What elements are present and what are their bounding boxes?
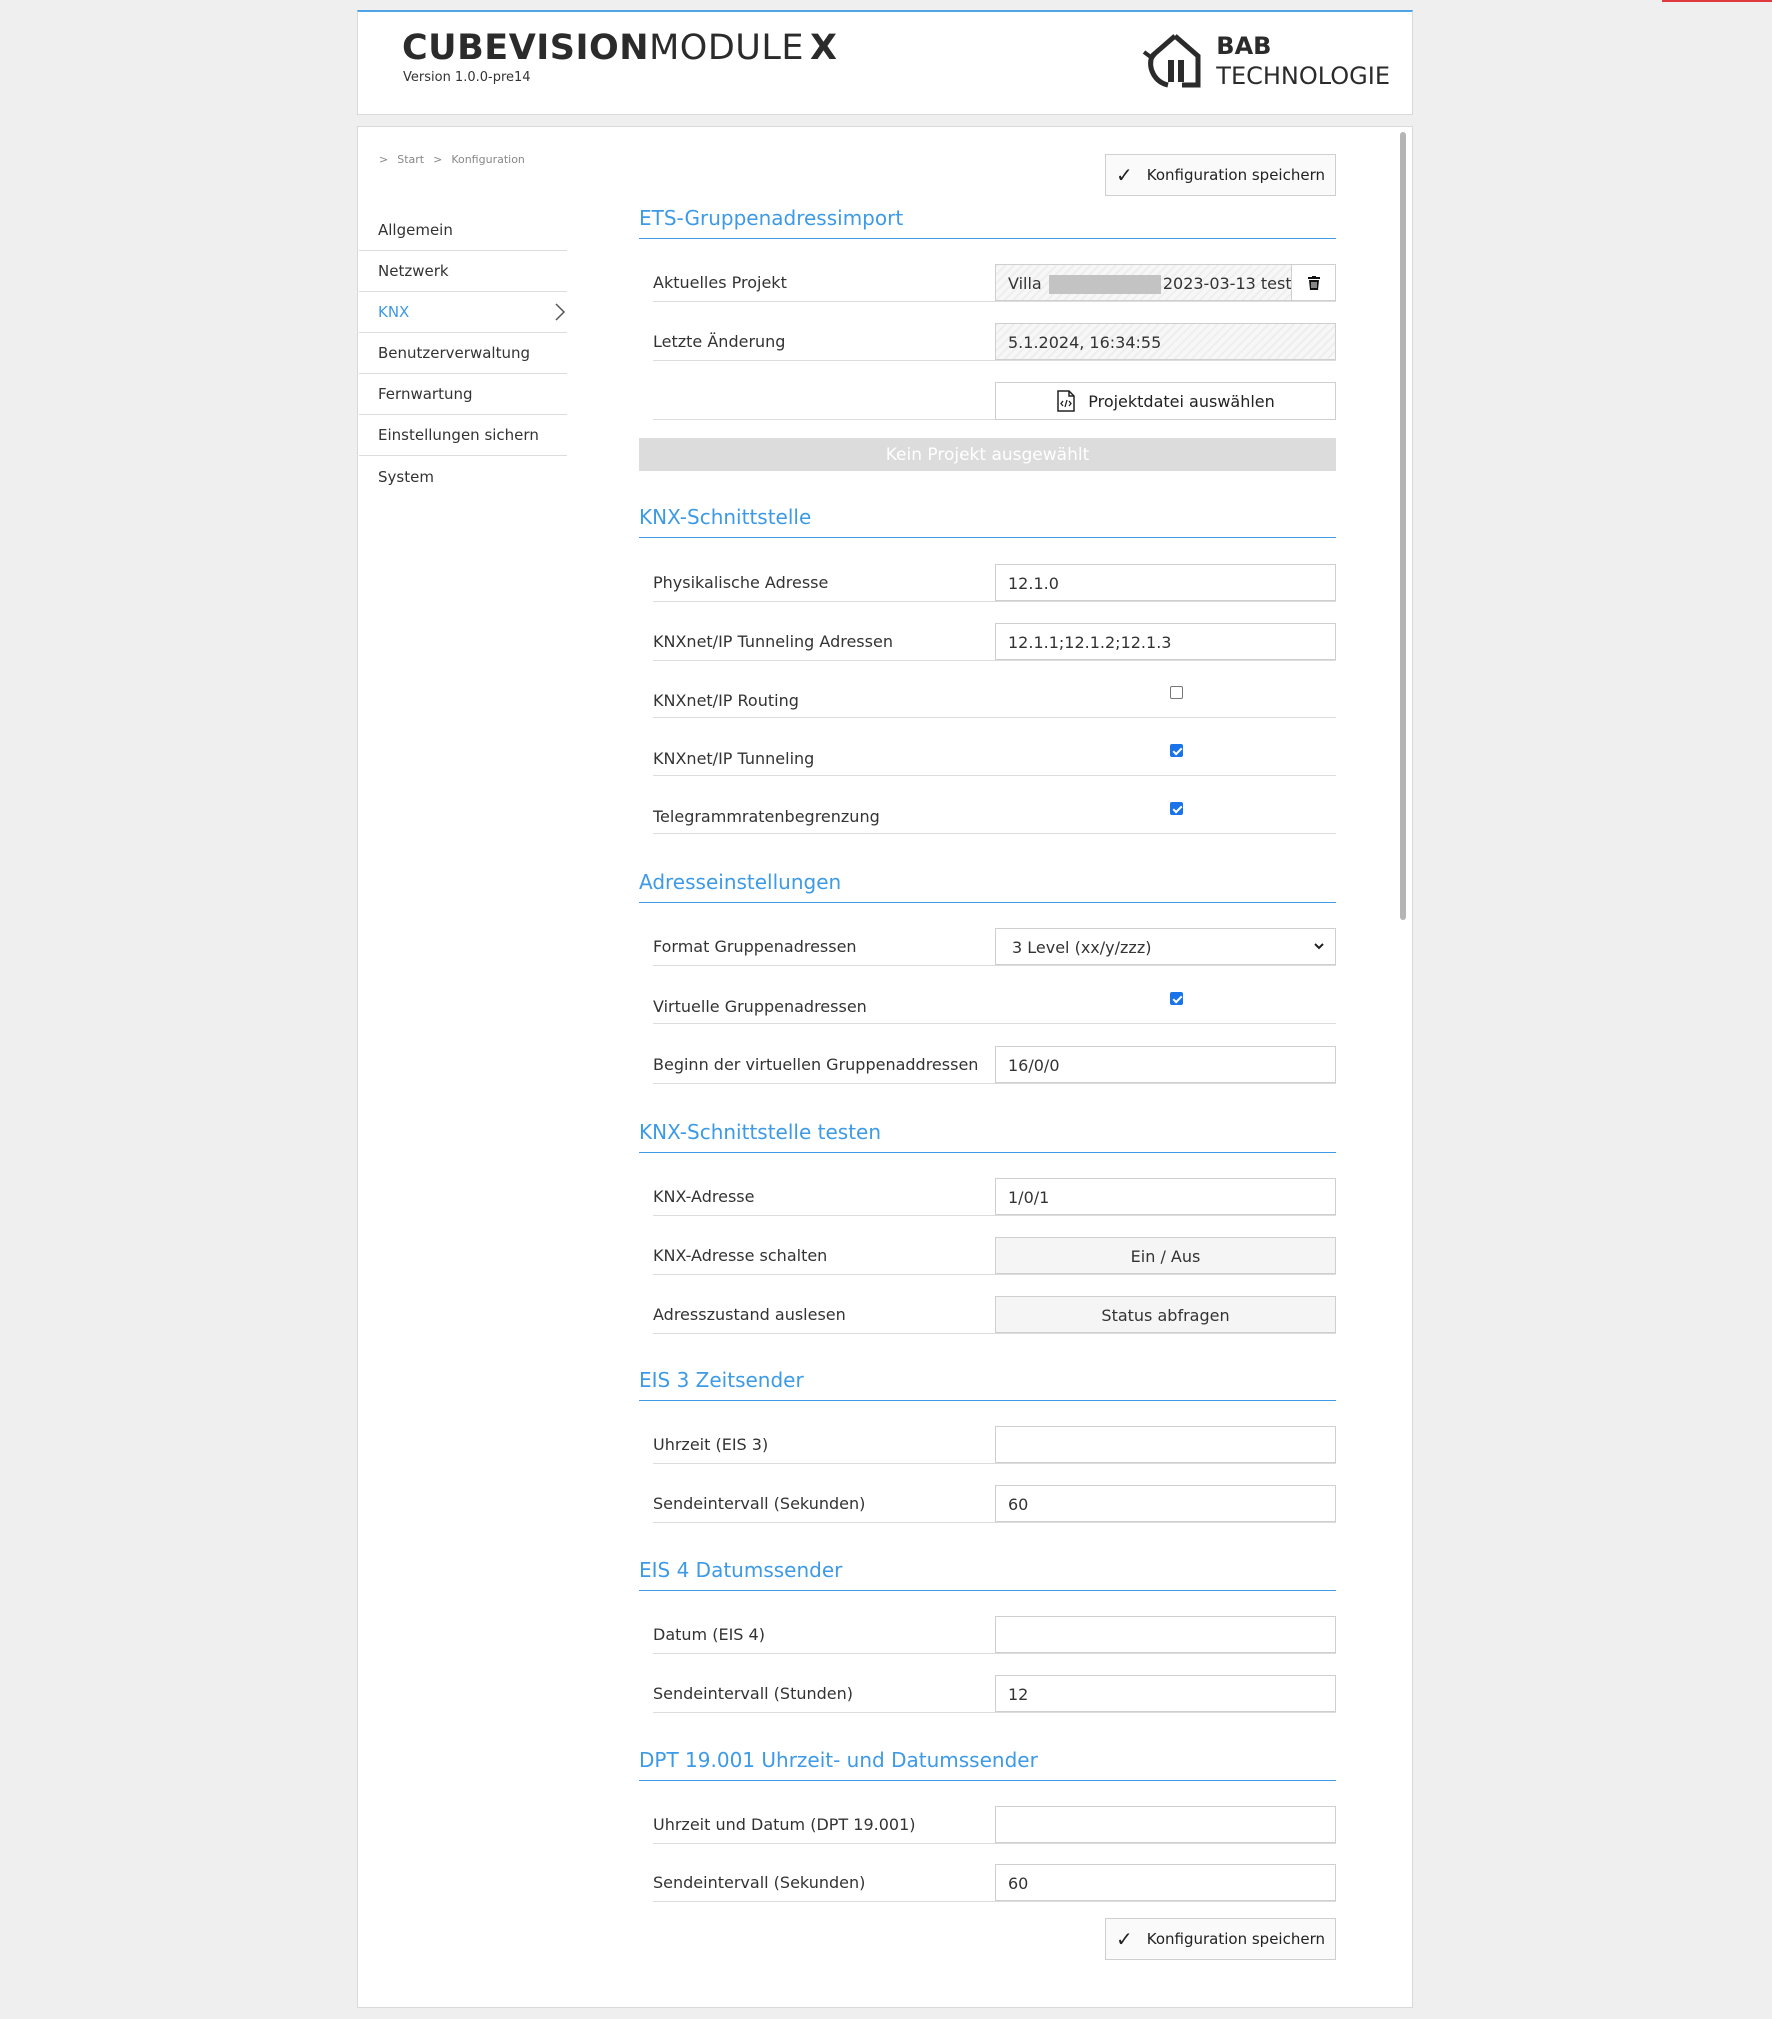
row-dpt-datetime: Uhrzeit und Datum (DPT 19.001) [653,1806,1336,1844]
row-switch-address: KNX-Adresse schalten Ein / Aus [653,1237,1336,1275]
sidebar-item-netzwerk[interactable]: Netzwerk [359,251,567,292]
sidebar-item-allgemein[interactable]: Allgemein [359,210,567,251]
sidebar-item-label: KNX [378,303,410,321]
eis3-time-input[interactable] [995,1426,1336,1463]
sidebar-item-fernwartung[interactable]: Fernwartung [359,374,567,415]
tunneling-addresses-input[interactable]: 12.1.1;12.1.2;12.1.3 [995,623,1336,660]
row-routing: KNXnet/IP Routing [653,680,1336,718]
group-address-format-select[interactable]: 3 Level (xx/y/zzz) [995,928,1336,965]
routing-checkbox[interactable] [1170,686,1183,699]
check-icon: ✓ [1115,1927,1133,1951]
bab-house-refresh-icon [1143,34,1201,88]
section-title-test: KNX-Schnittstelle testen [639,1120,1336,1153]
select-project-file-button[interactable]: Projektdatei auswählen [995,382,1336,420]
delete-project-button[interactable] [1291,265,1335,300]
chevron-right-icon [555,303,566,321]
virtual-group-addresses-checkbox[interactable] [1170,992,1183,1005]
current-project-field: Villa 2023-03-13 test [995,264,1336,301]
row-virtual-start: Beginn der virtuellen Gruppenaddressen 1… [653,1046,1336,1084]
row-eis3-time: Uhrzeit (EIS 3) [653,1426,1336,1464]
sidebar-item-knx[interactable]: KNX [359,292,567,333]
import-project-button[interactable]: Kein Projekt ausgewählt [639,438,1336,471]
section-title-dpt: DPT 19.001 Uhrzeit- und Datumssender [639,1748,1336,1781]
section-title-ets: ETS-Gruppenadressimport [639,206,1336,239]
row-tunneling-addresses: KNXnet/IP Tunneling Adressen 12.1.1;12.1… [653,623,1336,661]
logo-text-technologie: TECHNOLOGIE [1216,62,1390,90]
brand-title: CUBEVISIONMODULE X [402,28,838,68]
row-knx-address: KNX-Adresse 1/0/1 [653,1178,1336,1216]
section-title-eis4: EIS 4 Datumssender [639,1558,1336,1591]
window-edge-accent [1662,0,1772,2]
eis3-interval-input[interactable]: 60 [995,1485,1336,1522]
section-title-knx-interface: KNX-Schnittstelle [639,505,1336,538]
knx-address-input[interactable]: 1/0/1 [995,1178,1336,1215]
save-config-button-bottom[interactable]: ✓ Konfiguration speichern [1105,1918,1336,1960]
save-config-button-top[interactable]: ✓ Konfiguration speichern [1105,154,1336,196]
breadcrumb: > Start > Konfiguration [379,153,525,166]
row-dpt-interval: Sendeintervall (Sekunden) 60 [653,1864,1336,1902]
version-label: Version 1.0.0-pre14 [403,70,531,85]
sidebar-item-system[interactable]: System [359,456,567,497]
row-read-status: Adresszustand auslesen Status abfragen [653,1296,1336,1334]
logo-text-bab: BAB [1216,32,1272,60]
scrollbar[interactable] [1400,132,1406,920]
tunneling-checkbox[interactable] [1170,744,1183,757]
row-physical-address: Physikalische Adresse 12.1.0 [653,564,1336,602]
physical-address-input[interactable]: 12.1.0 [995,564,1336,601]
last-change-field: 5.1.2024, 16:34:55 [995,323,1336,360]
section-title-eis3: EIS 3 Zeitsender [639,1368,1336,1401]
eis4-date-input[interactable] [995,1616,1336,1653]
row-eis4-date: Datum (EIS 4) [653,1616,1336,1654]
eis4-interval-input[interactable]: 12 [995,1675,1336,1712]
section-title-address-settings: Adresseinstellungen [639,870,1336,903]
row-virtual-group-addresses: Virtuelle Gruppenadressen [653,986,1336,1024]
row-eis3-interval: Sendeintervall (Sekunden) 60 [653,1485,1336,1523]
chevron-down-icon [1314,943,1324,950]
dpt-interval-input[interactable]: 60 [995,1864,1336,1901]
breadcrumb-konfiguration[interactable]: Konfiguration [451,153,525,166]
bab-logo: BAB TECHNOLOGIE [1142,30,1390,92]
row-tunneling: KNXnet/IP Tunneling [653,738,1336,776]
rate-limit-checkbox[interactable] [1170,802,1183,815]
code-file-icon [1057,390,1075,412]
check-icon: ✓ [1115,163,1133,187]
virtual-start-input[interactable]: 16/0/0 [995,1046,1336,1083]
row-last-change: Letzte Änderung 5.1.2024, 16:34:55 [653,323,1336,361]
sidebar-item-einstellungen-sichern[interactable]: Einstellungen sichern [359,415,567,456]
breadcrumb-start[interactable]: Start [397,153,424,166]
row-eis4-interval: Sendeintervall (Stunden) 12 [653,1675,1336,1713]
row-current-project: Aktuelles Projekt Villa 2023-03-13 test [653,264,1336,302]
dpt-datetime-input[interactable] [995,1806,1336,1843]
row-rate-limit: Telegrammratenbegrenzung [653,796,1336,834]
query-status-button[interactable]: Status abfragen [995,1296,1336,1333]
sidebar-item-benutzerverwaltung[interactable]: Benutzerverwaltung [359,333,567,374]
redacted-block [1048,275,1161,294]
sidebar-nav: Allgemein Netzwerk KNX Benutzerverwaltun… [359,210,567,497]
toggle-on-off-button[interactable]: Ein / Aus [995,1237,1336,1274]
trash-icon [1307,275,1320,290]
row-group-address-format: Format Gruppenadressen 3 Level (xx/y/zzz… [653,928,1336,966]
app-header: CUBEVISIONMODULE X Version 1.0.0-pre14 BA… [357,10,1413,115]
